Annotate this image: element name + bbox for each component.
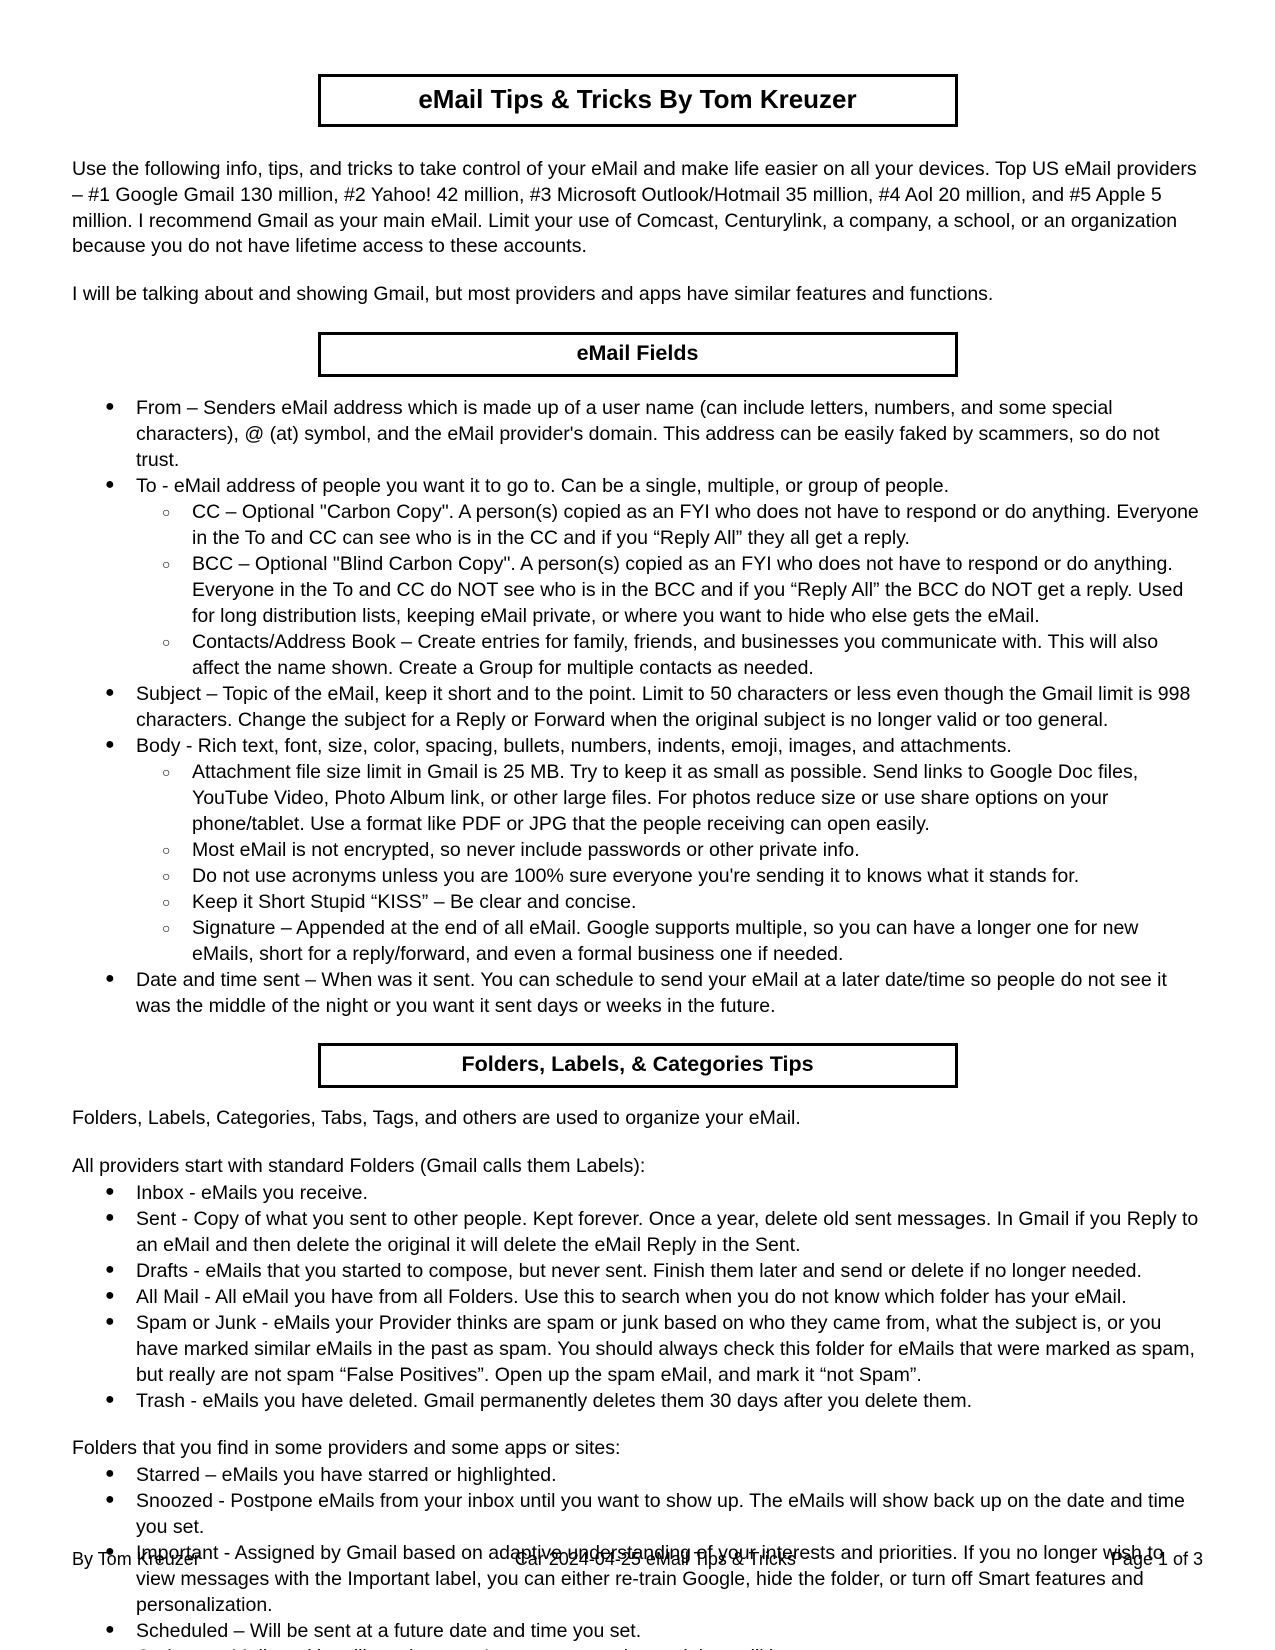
bullet-disc-icon: ● [105, 1620, 115, 1638]
list-item-text: Scheduled – Will be sent at a future dat… [136, 1619, 642, 1642]
list-item-text: All Mail - All eMail you have from all F… [136, 1285, 1127, 1308]
list-item-body: ● Body - Rich text, font, size, color, s… [72, 733, 1203, 967]
list-item-bcc: ○ BCC – Optional "Blind Carbon Copy". A … [136, 551, 1203, 629]
list-item-text: Sent - Copy of what you sent to other pe… [136, 1207, 1199, 1256]
to-sublist: ○ CC – Optional "Carbon Copy". A person(… [136, 499, 1203, 681]
bullet-disc-icon: ● [105, 1490, 115, 1508]
bullet-disc-icon: ● [105, 1260, 115, 1278]
list-item-drafts: ● Drafts - eMails that you started to co… [72, 1258, 1203, 1284]
intro-paragraph-2: I will be talking about and showing Gmai… [72, 283, 994, 306]
list-item-text: Keep it Short Stupid “KISS” – Be clear a… [192, 891, 637, 914]
list-item-text: Most eMail is not encrypted, so never in… [192, 839, 860, 862]
bullet-circle-icon: ○ [162, 555, 171, 572]
standard-folders-lead: All providers start with standard Folder… [72, 1154, 646, 1177]
bullet-disc-icon: ● [105, 1390, 115, 1408]
list-item-snoozed: ● Snoozed - Postpone eMails from your in… [72, 1488, 1203, 1540]
folders-intro: Folders, Labels, Categories, Tabs, Tags,… [72, 1106, 801, 1129]
list-item-kiss: ○ Keep it Short Stupid “KISS” – Be clear… [136, 889, 1203, 915]
footer-document-name: Car 2024-04-25 eMail Tips & Tricks [514, 1549, 796, 1569]
list-item-text: Inbox - eMails you receive. [136, 1181, 368, 1204]
list-item-text: Attachment file size limit in Gmail is 2… [192, 761, 1139, 836]
list-item-sent: ● Sent - Copy of what you sent to other … [72, 1206, 1203, 1258]
section-heading-folders-labels-categories: Folders, Labels, & Categories Tips [317, 1043, 958, 1088]
bullet-disc-icon: ● [105, 475, 115, 493]
body-sublist: ○ Attachment file size limit in Gmail is… [136, 759, 1203, 967]
page-footer: By Tom Kreuzer Car 2024-04-25 eMail Tips… [72, 1549, 1203, 1570]
list-item-date-time-sent: ● Date and time sent – When was it sent.… [72, 967, 1203, 1019]
bullet-circle-icon: ○ [162, 894, 171, 911]
bullet-disc-icon: ● [105, 683, 115, 701]
section-heading-email-fields: eMail Fields [317, 332, 958, 377]
list-item-text: CC – Optional "Carbon Copy". A person(s)… [192, 500, 1199, 549]
intro-paragraph: Use the following info, tips, and tricks… [72, 157, 1197, 258]
bullet-disc-icon: ● [105, 397, 115, 415]
optional-folders-lead: Folders that you find in some providers … [72, 1436, 621, 1459]
bullet-disc-icon: ● [105, 970, 115, 988]
list-item-text: Drafts - eMails that you started to comp… [136, 1259, 1142, 1282]
list-item-text: Snoozed - Postpone eMails from your inbo… [136, 1489, 1185, 1538]
list-item-to: ● To - eMail address of people you want … [72, 473, 1203, 681]
list-item-text: From – Senders eMail address which is ma… [136, 396, 1160, 471]
bullet-disc-icon: ● [105, 1286, 115, 1304]
list-item-all-mail: ● All Mail - All eMail you have from all… [72, 1284, 1203, 1310]
list-item-signature: ○ Signature – Appended at the end of all… [136, 915, 1203, 967]
document-title: eMail Tips & Tricks By Tom Kreuzer [317, 74, 958, 127]
bullet-disc-icon: ● [105, 1208, 115, 1226]
list-item-inbox: ● Inbox - eMails you receive. [72, 1180, 1203, 1206]
footer-page-number: Page 1 of 3 [1110, 1549, 1203, 1569]
bullet-disc-icon: ● [105, 1312, 115, 1330]
list-item-scheduled: ● Scheduled – Will be sent at a future d… [72, 1618, 1203, 1644]
list-item-text: Spam or Junk - eMails your Provider thin… [136, 1311, 1195, 1386]
list-item-encryption: ○ Most eMail is not encrypted, so never … [136, 837, 1203, 863]
bullet-disc-icon: ● [105, 736, 115, 754]
list-item-subject: ● Subject – Topic of the eMail, keep it … [72, 681, 1203, 733]
email-fields-list: ● From – Senders eMail address which is … [72, 395, 1203, 1020]
list-item-text: Trash - eMails you have deleted. Gmail p… [136, 1389, 973, 1412]
list-item-text: Subject – Topic of the eMail, keep it sh… [136, 682, 1191, 732]
list-item-outbox: ● Outbox – eMails waiting till you have … [72, 1644, 1203, 1650]
standard-folders-list: ● Inbox - eMails you receive. ● Sent - C… [72, 1180, 1203, 1414]
list-item-text: Signature – Appended at the end of all e… [192, 917, 1139, 966]
bullet-disc-icon: ● [105, 1643, 115, 1650]
list-item-from: ● From – Senders eMail address which is … [72, 395, 1203, 473]
bullet-circle-icon: ○ [162, 868, 171, 885]
bullet-circle-icon: ○ [162, 764, 171, 781]
document-page: eMail Tips & Tricks By Tom Kreuzer Use t… [0, 0, 1275, 1650]
list-item-text: Body - Rich text, font, size, color, spa… [136, 735, 1012, 758]
bullet-circle-icon: ○ [162, 503, 171, 520]
list-item-text: BCC – Optional "Blind Carbon Copy". A pe… [192, 552, 1184, 627]
list-item-attachment: ○ Attachment file size limit in Gmail is… [136, 759, 1203, 837]
list-item-text: To - eMail address of people you want it… [136, 474, 949, 497]
list-item-text: Contacts/Address Book – Create entries f… [192, 630, 1159, 679]
list-item-acronyms: ○ Do not use acronyms unless you are 100… [136, 863, 1203, 889]
bullet-circle-icon: ○ [162, 920, 171, 937]
footer-author: By Tom Kreuzer [72, 1549, 200, 1569]
bullet-disc-icon: ● [105, 1464, 115, 1482]
bullet-disc-icon: ● [105, 1182, 115, 1200]
list-item-cc: ○ CC – Optional "Carbon Copy". A person(… [136, 499, 1203, 551]
list-item-text: Do not use acronyms unless you are 100% … [192, 865, 1080, 888]
bullet-circle-icon: ○ [162, 633, 171, 650]
list-item-contacts: ○ Contacts/Address Book – Create entries… [136, 629, 1203, 681]
list-item-starred: ● Starred – eMails you have starred or h… [72, 1462, 1203, 1488]
list-item-text: Date and time sent – When was it sent. Y… [136, 969, 1167, 1018]
list-item-text: Outbox – eMails waiting till you have an… [136, 1646, 838, 1650]
list-item-text: Starred – eMails you have starred or hig… [136, 1463, 557, 1486]
bullet-circle-icon: ○ [162, 842, 171, 859]
list-item-trash: ● Trash - eMails you have deleted. Gmail… [72, 1388, 1203, 1414]
list-item-spam-or-junk: ● Spam or Junk - eMails your Provider th… [72, 1310, 1203, 1388]
